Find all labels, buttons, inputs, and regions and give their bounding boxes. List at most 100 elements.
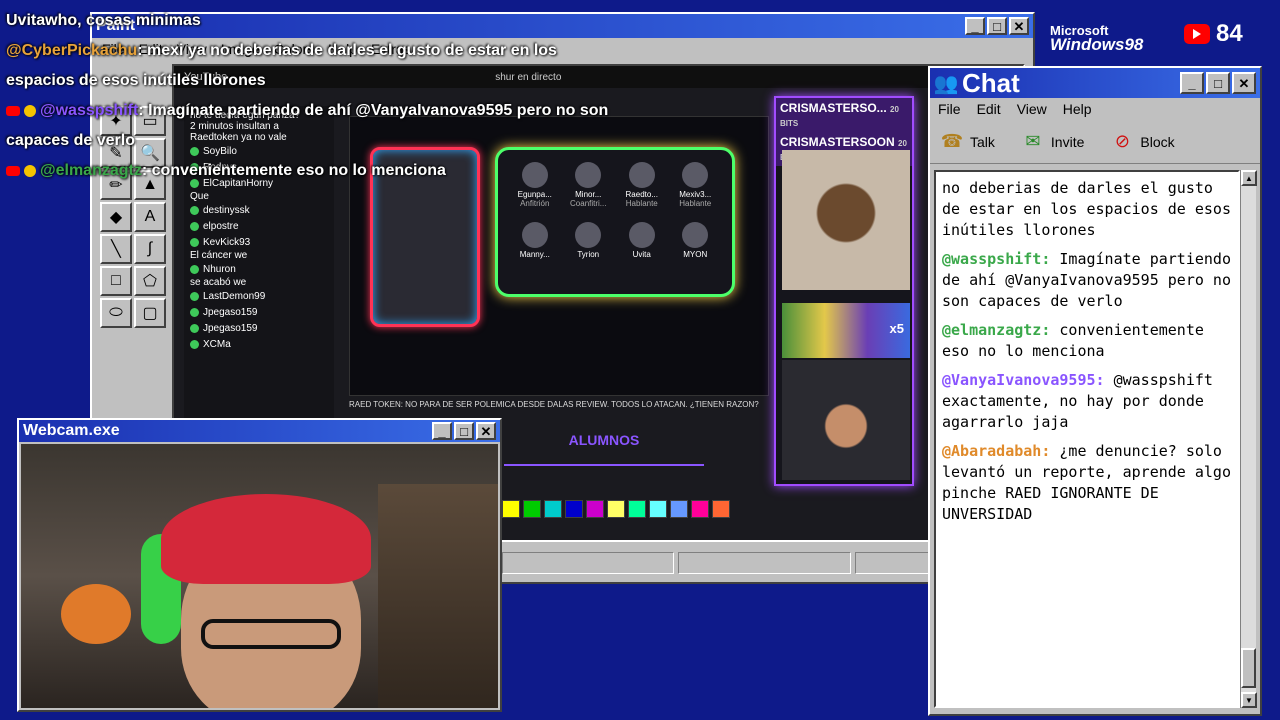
kids-collage: x5	[782, 303, 910, 358]
guest-tile: Minor... Coanfitri...	[562, 162, 616, 208]
stream-chat-name: Jpegaso159	[203, 306, 258, 318]
overlay-message: : Imagínate partiendo de ahí @VanyaIvano…	[138, 102, 609, 119]
chat-titlebar[interactable]: 👥 Chat _ □ ✕	[930, 68, 1260, 98]
overlay-message: capaces de verlo	[6, 132, 135, 149]
guest-role: Hablante	[625, 199, 658, 208]
paint-tool-button[interactable]: □	[100, 266, 132, 296]
guest-tile: Uvita	[615, 222, 669, 259]
close-button[interactable]: ✕	[476, 422, 496, 440]
alumnos-logo: ALUMNOS	[504, 416, 704, 466]
pumpkin-decoration	[61, 584, 131, 644]
toolbar-invite-button[interactable]: ✉ Invite	[1021, 130, 1084, 154]
overlay-username: @elmanzagtz	[40, 162, 142, 179]
guest-name: Uvita	[632, 250, 651, 259]
stream-chat-row: Jpegaso159	[190, 304, 328, 320]
paint-tool-button[interactable]: ⬠	[134, 266, 166, 296]
color-swatch[interactable]	[607, 500, 625, 518]
video-title: RAED TOKEN: NO PARA DE SER POLEMICA DESD…	[349, 400, 759, 409]
chat-menu-edit[interactable]: Edit	[977, 101, 1001, 117]
guest-tile: Mexiv3... Hablante	[669, 162, 723, 208]
color-swatch[interactable]	[586, 500, 604, 518]
guest-avatar	[575, 222, 602, 248]
check-icon	[190, 291, 199, 301]
paint-tool-button[interactable]: ╲	[100, 234, 132, 264]
check-icon	[190, 307, 199, 317]
guest-name: Manny...	[519, 250, 550, 259]
stream-chat-row: LastDemon99	[190, 288, 328, 304]
scroll-up-button[interactable]: ▲	[1241, 170, 1257, 186]
color-swatch[interactable]	[691, 500, 709, 518]
guest-name: Raedto...	[625, 190, 658, 199]
color-swatch[interactable]	[523, 500, 541, 518]
stream-chat-name: destinyssk	[203, 204, 250, 216]
overlay-message: Uvitawho, cosas minimas	[6, 12, 201, 29]
maximize-button[interactable]: □	[987, 17, 1007, 35]
close-button[interactable]: ✕	[1232, 72, 1256, 94]
bits-alert-1: CRISMASTERSO... 20 BITS	[776, 98, 912, 132]
chat-message: @VanyaIvanova9595: @wasspshift exactamen…	[942, 370, 1232, 433]
minimize-button[interactable]: _	[965, 17, 985, 35]
chat-menu-file[interactable]: File	[938, 101, 961, 117]
color-swatch[interactable]	[502, 500, 520, 518]
minimize-button[interactable]: _	[432, 422, 452, 440]
webcam-titlebar[interactable]: Webcam.exe _ □ ✕	[19, 420, 500, 442]
overlay-chat-line: espacios de esos inútiles llorones	[6, 72, 266, 90]
stream-chat-line: 2 minutos insultan a Raedtoken ya no val…	[190, 121, 287, 143]
color-swatch[interactable]	[544, 500, 562, 518]
paint-tool-button[interactable]: ∫	[134, 234, 166, 264]
paint-tool-button[interactable]: A	[134, 202, 166, 232]
guest-tile: Raedto... Hablante	[615, 162, 669, 208]
paint-titlebar[interactable]: Paint _ □ ✕	[92, 14, 1033, 38]
side-camera-panel: CRISMASTERSO... 20 BITS CRISMASTERSOON 2…	[774, 96, 914, 486]
overlay-username: @wasspshift	[40, 102, 139, 119]
overlay-message: : convenientemente eso no lo menciona	[141, 162, 446, 179]
chat-menu-help[interactable]: Help	[1063, 101, 1092, 117]
paint-tool-button[interactable]: ◆	[100, 202, 132, 232]
guest-name: Tyrion	[577, 250, 600, 259]
webcam-title: Webcam.exe	[23, 422, 120, 439]
chat-menubar: File Edit View Help	[930, 98, 1260, 120]
desktop-background	[0, 0, 1280, 8]
bookshelf	[378, 484, 498, 708]
color-swatch[interactable]	[628, 500, 646, 518]
stream-chat-name: KevKick93	[203, 236, 251, 248]
stream-chat-row: Nhuron	[190, 261, 328, 277]
scroll-thumb[interactable]	[1241, 648, 1256, 688]
color-swatch[interactable]	[670, 500, 688, 518]
overlay-chat-line: capaces de verlo	[6, 132, 135, 150]
member-badge-icon	[24, 164, 36, 177]
color-swatch[interactable]	[565, 500, 583, 518]
scroll-down-button[interactable]: ▼	[1241, 692, 1257, 708]
toolbar-label: Block	[1140, 133, 1175, 150]
guest-avatar	[575, 162, 602, 188]
guest-name: Minor...	[575, 190, 602, 199]
chat-messages: no deberias de darles el gusto de estar …	[934, 170, 1240, 708]
chat-text: no deberias de darles el gusto de estar …	[942, 179, 1231, 239]
chat-scrollbar[interactable]: ▲ ▼	[1240, 170, 1257, 708]
stream-browser-window: Egunpa... Anfitrión Minor... Coanfitri... Ra…	[349, 116, 769, 396]
guest-role: Coanfitri...	[570, 199, 607, 208]
toolbar-block-button[interactable]: ⊘ Block	[1110, 130, 1175, 154]
chat-message: no deberias de darles el gusto de estar …	[942, 178, 1232, 241]
maximize-button[interactable]: □	[1206, 72, 1230, 94]
viewer-count-value: 84	[1216, 20, 1243, 47]
guest-avatar	[628, 162, 655, 188]
guest-name: MYON	[683, 250, 708, 259]
color-swatch[interactable]	[649, 500, 667, 518]
paint-title: Paint	[96, 17, 136, 34]
chat-message: @elmanzagtz: convenientemente eso no lo …	[942, 320, 1232, 362]
color-swatch[interactable]	[712, 500, 730, 518]
viewer-count: 84	[1184, 20, 1243, 48]
paint-tool-button[interactable]: ▢	[134, 298, 166, 328]
stream-chat-line: El cáncer we	[190, 250, 248, 261]
minimize-button[interactable]: _	[1180, 72, 1204, 94]
chat-menu-view[interactable]: View	[1017, 101, 1047, 117]
guest-grid-frame: Egunpa... Anfitrión Minor... Coanfitri... Ra…	[495, 147, 735, 297]
youtube-badge-icon	[6, 105, 20, 116]
stream-chat-name: SoyBilo	[203, 145, 237, 157]
paint-tool-button[interactable]: ⬭	[100, 298, 132, 328]
toolbar-talk-button[interactable]: ☎ Talk	[940, 130, 995, 154]
maximize-button[interactable]: □	[454, 422, 474, 440]
close-button[interactable]: ✕	[1009, 17, 1029, 35]
multiplier-badge: x5	[889, 321, 904, 336]
